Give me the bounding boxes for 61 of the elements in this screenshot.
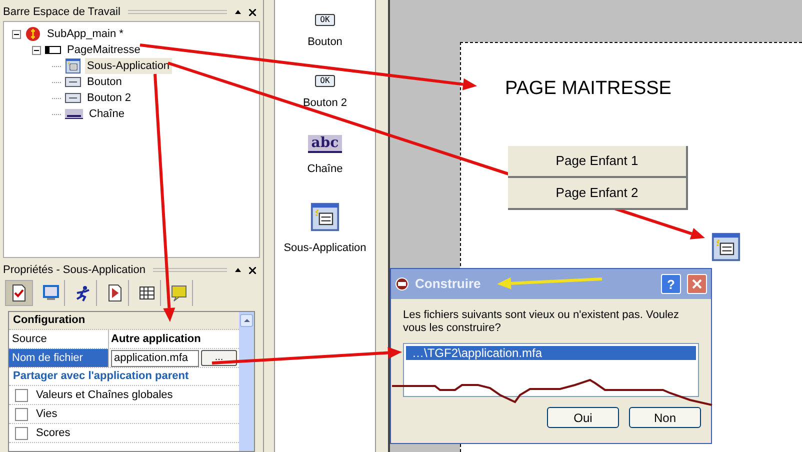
app-badge-icon	[395, 277, 409, 291]
panel-title: Propriétés - Sous-Application	[3, 262, 146, 278]
checkbox[interactable]	[15, 426, 28, 440]
scroll-up-button[interactable]	[240, 314, 253, 327]
scrollbar[interactable]	[239, 312, 254, 451]
file-list-item[interactable]: …\TGF2\application.mfa	[406, 346, 696, 360]
document-icon	[106, 284, 124, 302]
running-figure-icon	[74, 284, 92, 302]
close-button[interactable]	[687, 274, 707, 294]
checkbox[interactable]	[15, 408, 28, 420]
note-icon	[170, 284, 188, 302]
tree-item[interactable]: Bouton 2	[85, 90, 134, 106]
app-badge-icon	[25, 26, 41, 42]
dialog-button[interactable]: Non	[629, 407, 701, 428]
checkmark-page-icon	[10, 284, 28, 302]
page-title: PAGE MAITRESSE	[505, 77, 672, 101]
window-document-icon	[711, 232, 741, 262]
text-object-icon[interactable]: abc	[308, 135, 342, 153]
frame-icon	[45, 45, 61, 55]
text-icon	[65, 109, 83, 119]
close-icon	[692, 279, 702, 289]
dialog-button[interactable]: Oui	[547, 407, 619, 428]
ok-button-icon[interactable]: OK	[315, 74, 335, 86]
tree-item[interactable]: Chaîne	[87, 106, 126, 122]
collapse-arrow-icon[interactable]	[235, 10, 241, 14]
help-button[interactable]: ?	[661, 274, 681, 294]
dialog-message: Les fichiers suivants sont vieux ou n'existent pas. Voulez vous les construire?	[402, 308, 680, 335]
ok-button-icon[interactable]: OK	[315, 14, 335, 26]
close-icon[interactable]	[249, 266, 256, 274]
property-value: Autre application	[110, 332, 202, 347]
button-icon	[65, 93, 81, 103]
window-document-icon	[65, 58, 81, 74]
collapse-toggle[interactable]	[32, 46, 41, 54]
panel-title: Barre Espace de Travail	[3, 4, 120, 20]
checkbox[interactable]	[15, 388, 28, 402]
tree-item[interactable]: Bouton	[85, 74, 124, 90]
button-icon	[65, 77, 81, 87]
toolbox-label[interactable]: Bouton 2	[302, 94, 348, 111]
monitor-icon	[42, 284, 60, 302]
collapse-arrow-icon[interactable]	[235, 268, 241, 272]
property-label: Source	[9, 330, 109, 348]
checkbox-label: Scores	[36, 426, 70, 441]
checkbox-label: Valeurs et Chaînes globales	[36, 388, 173, 403]
toolbox-label[interactable]: Sous-Application	[284, 240, 366, 256]
tree-item[interactable]: PageMaitresse	[65, 42, 142, 58]
checkbox-label: Vies	[36, 406, 58, 422]
collapse-toggle[interactable]	[12, 30, 21, 38]
toolbox-label[interactable]: Chaîne	[307, 161, 343, 178]
section-header: Configuration	[9, 312, 239, 330]
property-label: Nom de fichier	[9, 349, 109, 367]
tree-item[interactable]: SubApp_main *	[45, 26, 126, 42]
page-button[interactable]: Page Enfant 2	[508, 178, 688, 210]
tree-item[interactable]: Sous-Application	[85, 58, 172, 74]
window-document-icon	[310, 202, 340, 232]
property-tab[interactable]	[5, 280, 33, 306]
close-icon[interactable]	[249, 8, 256, 16]
toolbox-label[interactable]: Bouton	[308, 34, 342, 50]
grid-icon	[138, 284, 156, 302]
dialog-title: Construire	[415, 275, 481, 294]
page-button[interactable]: Page Enfant 1	[508, 146, 688, 178]
filename-field[interactable]: application.mfa	[111, 350, 199, 366]
